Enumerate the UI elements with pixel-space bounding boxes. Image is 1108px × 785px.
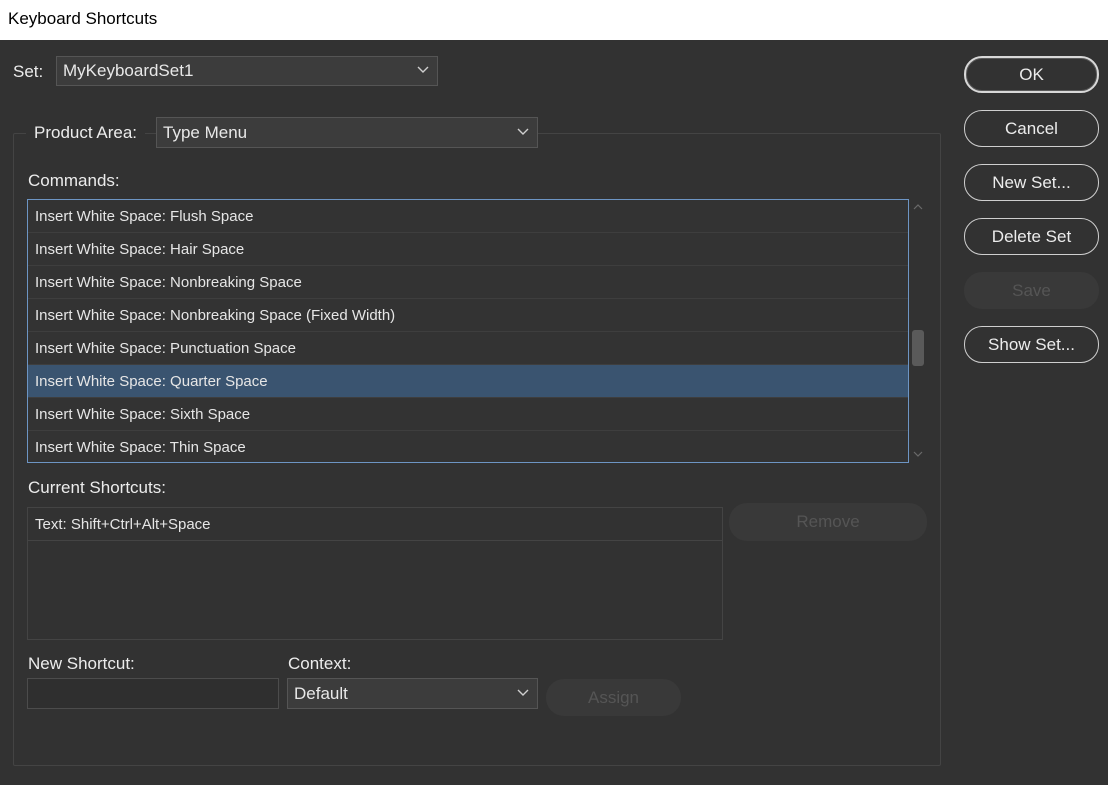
scroll-down-icon[interactable] bbox=[913, 451, 923, 457]
chevron-down-icon bbox=[417, 66, 429, 73]
delete-set-button[interactable]: Delete Set bbox=[964, 218, 1099, 255]
chevron-down-icon bbox=[517, 128, 529, 135]
product-area-dropdown[interactable]: Type Menu bbox=[156, 117, 538, 148]
cancel-button[interactable]: Cancel bbox=[964, 110, 1099, 147]
chevron-down-icon bbox=[517, 689, 529, 696]
command-list-item[interactable]: Insert White Space: Flush Space bbox=[28, 200, 908, 233]
ok-button[interactable]: OK bbox=[964, 56, 1099, 93]
new-shortcut-label: New Shortcut: bbox=[28, 654, 135, 673]
current-shortcuts-list[interactable]: Text: Shift+Ctrl+Alt+Space bbox=[27, 507, 723, 640]
context-label: Context: bbox=[288, 654, 352, 673]
window-title: Keyboard Shortcuts bbox=[0, 0, 1108, 40]
set-label: Set: bbox=[13, 62, 44, 81]
command-list-item[interactable]: Insert White Space: Nonbreaking Space (F… bbox=[28, 299, 908, 332]
scroll-up-icon[interactable] bbox=[913, 204, 923, 210]
remove-button[interactable]: Remove bbox=[729, 503, 927, 541]
product-area-dropdown-value: Type Menu bbox=[163, 122, 248, 142]
show-set-button[interactable]: Show Set... bbox=[964, 326, 1099, 363]
commands-label: Commands: bbox=[28, 171, 120, 190]
assign-button[interactable]: Assign bbox=[546, 679, 681, 716]
command-list-item[interactable]: Insert White Space: Punctuation Space bbox=[28, 332, 908, 365]
scroll-thumb[interactable] bbox=[912, 330, 924, 366]
new-shortcut-input[interactable] bbox=[27, 678, 279, 709]
product-area-label: Product Area: bbox=[26, 123, 146, 143]
command-list-item[interactable]: Insert White Space: Sixth Space bbox=[28, 398, 908, 431]
command-list-item[interactable]: Insert White Space: Quarter Space bbox=[28, 365, 908, 398]
command-list-item[interactable]: Insert White Space: Hair Space bbox=[28, 233, 908, 266]
shortcut-list-item[interactable]: Text: Shift+Ctrl+Alt+Space bbox=[28, 508, 722, 541]
commands-list[interactable]: Insert White Space: Flush Space Insert Wh… bbox=[27, 199, 909, 463]
set-dropdown-value: MyKeyboardSet1 bbox=[63, 61, 194, 80]
set-dropdown[interactable]: MyKeyboardSet1 bbox=[56, 56, 438, 86]
commands-scrollbar[interactable] bbox=[909, 199, 928, 463]
new-set-button[interactable]: New Set... bbox=[964, 164, 1099, 201]
command-list-item[interactable]: Insert White Space: Thin Space bbox=[28, 431, 908, 462]
save-button[interactable]: Save bbox=[964, 272, 1099, 309]
current-shortcuts-label: Current Shortcuts: bbox=[28, 478, 166, 497]
command-list-item[interactable]: Insert White Space: Nonbreaking Space bbox=[28, 266, 908, 299]
context-dropdown[interactable]: Default bbox=[287, 678, 538, 709]
context-dropdown-value: Default bbox=[294, 683, 348, 703]
